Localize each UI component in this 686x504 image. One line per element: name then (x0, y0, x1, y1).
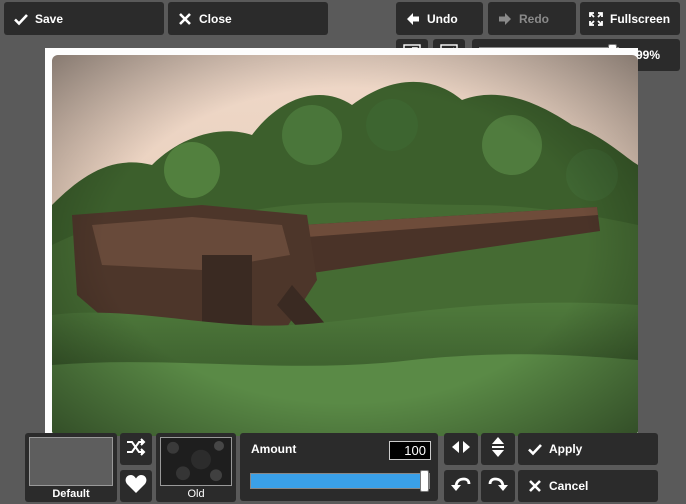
flip-horizontal-button[interactable] (444, 433, 478, 465)
close-label: Close (199, 11, 232, 26)
redo-button[interactable]: Redo (488, 2, 576, 35)
rotate-left-button[interactable] (444, 470, 478, 502)
cancel-button[interactable]: Cancel (518, 470, 658, 502)
amount-label: Amount (251, 442, 297, 456)
rotate-left-icon (451, 475, 471, 498)
amount-slider-handle[interactable] (420, 470, 429, 492)
flip-vertical-icon (491, 436, 505, 463)
preset-old-preview (160, 437, 232, 486)
rotate-right-button[interactable] (481, 470, 515, 502)
fullscreen-icon (588, 11, 604, 27)
apply-label: Apply (549, 442, 583, 456)
save-label: Save (35, 11, 64, 26)
close-button[interactable]: Close (168, 2, 328, 35)
undo-button[interactable]: Undo (396, 2, 483, 35)
image-canvas[interactable] (45, 48, 638, 436)
cancel-label: Cancel (549, 479, 589, 493)
amount-input[interactable] (389, 441, 431, 460)
preset-old[interactable]: Old (156, 433, 236, 502)
preset-default[interactable]: Default (25, 433, 117, 502)
checkmark-icon (13, 11, 29, 27)
undo-label: Undo (427, 11, 458, 26)
preset-default-preview (29, 437, 113, 486)
arrow-right-icon (497, 11, 513, 27)
redo-label: Redo (519, 11, 549, 26)
zoom-value: 99% (635, 48, 660, 62)
close-icon (177, 11, 193, 27)
checkmark-icon (527, 441, 543, 457)
heart-icon (125, 474, 147, 499)
arrow-left-icon (405, 11, 421, 27)
amount-panel: Amount (240, 433, 438, 501)
flip-vertical-button[interactable] (481, 433, 515, 465)
save-button[interactable]: Save (4, 2, 164, 35)
flip-horizontal-icon (451, 440, 471, 459)
shuffle-icon (126, 437, 146, 461)
preset-default-label: Default (52, 488, 90, 500)
apply-button[interactable]: Apply (518, 433, 658, 465)
favorite-button[interactable] (120, 470, 152, 502)
amount-slider-fill (251, 474, 425, 488)
amount-slider[interactable] (250, 470, 430, 492)
rotate-right-icon (488, 475, 508, 498)
edited-photo (52, 55, 638, 436)
preset-old-label: Old (187, 488, 205, 500)
close-icon (527, 478, 543, 494)
fullscreen-button[interactable]: Fullscreen (580, 2, 680, 35)
fullscreen-label: Fullscreen (610, 11, 671, 26)
shuffle-button[interactable] (120, 433, 152, 465)
